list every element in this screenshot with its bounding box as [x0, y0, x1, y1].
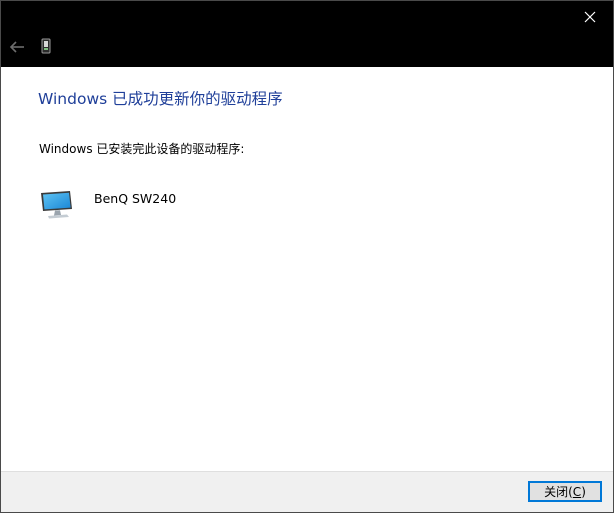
title-bar	[1, 1, 613, 67]
monitor-icon	[41, 191, 72, 219]
dialog-footer: 关闭(C)	[1, 471, 613, 512]
driver-update-dialog: Windows 已成功更新你的驱动程序 Windows 已安装完此设备的驱动程序…	[0, 0, 614, 513]
close-icon	[584, 11, 596, 22]
installed-driver-message: Windows 已安装完此设备的驱动程序:	[39, 142, 245, 156]
back-arrow-icon	[9, 41, 24, 53]
device-list-item: BenQ SW240	[39, 187, 176, 221]
close-button-label-suffix: )	[581, 484, 586, 499]
page-title: Windows 已成功更新你的驱动程序	[38, 90, 283, 108]
close-button-label-prefix: 关闭(	[544, 485, 573, 499]
window-close-button[interactable]	[567, 1, 613, 32]
close-button[interactable]: 关闭(C)	[528, 481, 602, 502]
device-icon	[41, 38, 51, 54]
back-button[interactable]	[7, 37, 27, 57]
device-name: BenQ SW240	[94, 190, 177, 206]
close-button-accesskey: C	[572, 484, 582, 499]
